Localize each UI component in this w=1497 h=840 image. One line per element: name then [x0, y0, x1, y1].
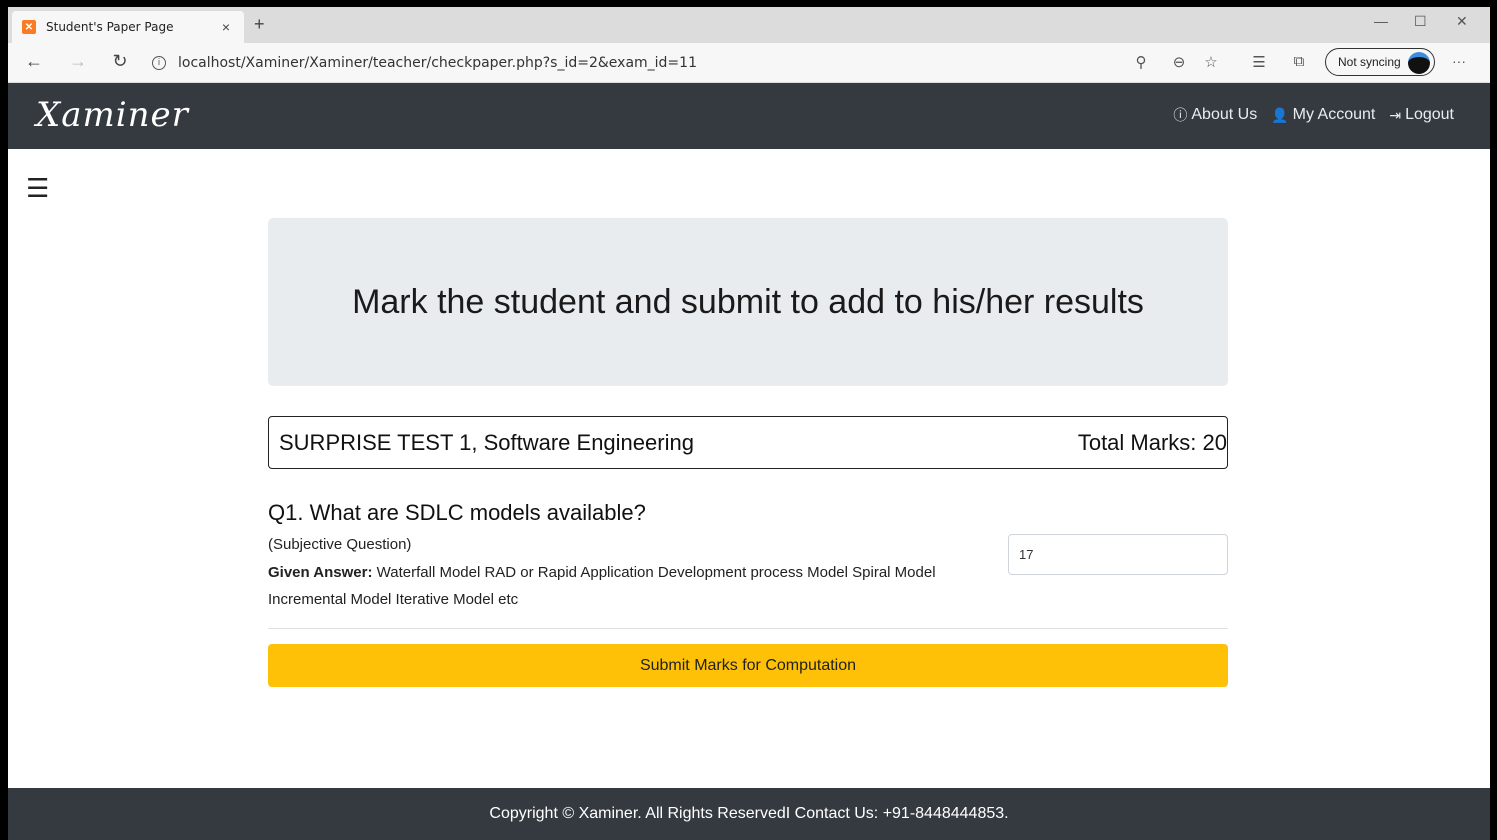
nav-about-us-label: About Us — [1191, 106, 1258, 123]
minimize-icon[interactable]: — — [1374, 13, 1388, 29]
question-type: (Subjective Question) — [268, 536, 412, 553]
favorite-icon[interactable]: ☆ — [1200, 53, 1222, 71]
forward-icon[interactable]: → — [66, 51, 90, 72]
search-icon[interactable]: ⚲ — [1130, 53, 1152, 71]
footer: Copyright © Xaminer. All Rights Reserved… — [8, 788, 1490, 840]
nav-logout-label: Logout — [1405, 106, 1454, 123]
info-icon[interactable]: i — [152, 56, 166, 70]
marks-input[interactable] — [1008, 534, 1228, 575]
hamburger-menu-icon[interactable]: ☰ — [26, 173, 49, 204]
app-navbar: Xaminer ⓘ About Us 👤 My Account ⇥ Logout — [8, 83, 1490, 149]
profile-avatar-icon — [1408, 52, 1430, 74]
browser-window: ✕ Student's Paper Page × + — ☐ ✕ ← → ↻ i… — [8, 7, 1490, 840]
exam-name: SURPRISE TEST 1, Software Engineering — [279, 429, 694, 455]
maximize-icon[interactable]: ☐ — [1414, 13, 1427, 30]
brand-logo[interactable]: Xaminer — [36, 95, 189, 135]
zoom-icon[interactable]: ⊖ — [1168, 53, 1190, 71]
refresh-icon[interactable]: ↻ — [108, 51, 132, 72]
address-bar: ← → ↻ i localhost/Xaminer/Xaminer/teache… — [8, 43, 1490, 83]
more-icon[interactable]: ··· — [1452, 53, 1466, 69]
close-window-icon[interactable]: ✕ — [1456, 13, 1468, 30]
nav-logout[interactable]: ⇥ Logout — [1389, 105, 1454, 125]
nav-links: ⓘ About Us 👤 My Account ⇥ Logout — [1173, 105, 1454, 125]
collections-icon[interactable]: ⧉ — [1288, 53, 1310, 70]
url-text: localhost/Xaminer/Xaminer/teacher/checkp… — [178, 55, 697, 71]
page-title: Mark the student and submit to add to hi… — [352, 282, 1144, 321]
divider — [268, 628, 1228, 629]
exam-info-box: SURPRISE TEST 1, Software Engineering To… — [268, 416, 1228, 469]
sync-button[interactable]: Not syncing — [1325, 48, 1435, 76]
user-icon: 👤 — [1271, 106, 1289, 123]
given-answer: Given Answer: Waterfall Model RAD or Rap… — [268, 559, 968, 613]
tab-close-icon[interactable]: × — [218, 19, 234, 35]
nav-my-account-label: My Account — [1292, 106, 1376, 123]
tab-title: Student's Paper Page — [46, 20, 174, 34]
logout-icon: ⇥ — [1389, 106, 1402, 123]
back-icon[interactable]: ← — [22, 51, 46, 72]
info-circle-icon: ⓘ — [1173, 107, 1188, 123]
page-header-jumbotron: Mark the student and submit to add to hi… — [268, 218, 1228, 386]
submit-marks-button[interactable]: Submit Marks for Computation — [268, 644, 1228, 687]
question-title: Q1. What are SDLC models available? — [268, 500, 646, 525]
given-answer-label: Given Answer: — [268, 564, 373, 581]
new-tab-button[interactable]: + — [254, 14, 265, 35]
nav-about-us[interactable]: ⓘ About Us — [1173, 105, 1257, 125]
url-field[interactable]: i localhost/Xaminer/Xaminer/teacher/chec… — [152, 49, 1127, 77]
question-item: Q1. What are SDLC models available? (Sub… — [268, 500, 968, 613]
xampp-favicon-icon: ✕ — [22, 20, 36, 34]
footer-text: Copyright © Xaminer. All Rights Reserved… — [489, 805, 1009, 822]
tab-strip: ✕ Student's Paper Page × + — ☐ ✕ — [8, 7, 1490, 43]
sync-label: Not syncing — [1338, 55, 1401, 69]
nav-my-account[interactable]: 👤 My Account — [1271, 105, 1375, 125]
total-marks: Total Marks: 20 — [1077, 429, 1227, 455]
favorites-list-icon[interactable]: ☰ — [1248, 53, 1270, 71]
browser-tab[interactable]: ✕ Student's Paper Page × — [12, 11, 244, 43]
